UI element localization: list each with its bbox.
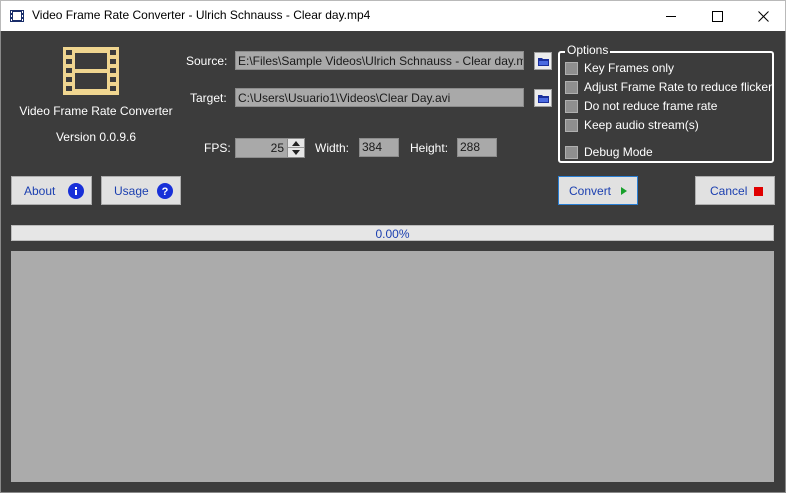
app-name: Video Frame Rate Converter (19, 104, 173, 118)
help-icon: ? (157, 183, 173, 199)
stop-icon (754, 187, 763, 196)
cancel-button-label: Cancel (710, 184, 748, 198)
source-path-field[interactable]: E:\Files\Sample Videos\Ulrich Schnauss -… (235, 51, 524, 70)
app-version: Version 0.0.9.6 (55, 130, 137, 144)
window-title: Video Frame Rate Converter - Ulrich Schn… (32, 8, 371, 22)
maximize-button[interactable] (694, 1, 740, 32)
fps-label: FPS: (204, 141, 231, 155)
target-browse-button[interactable] (534, 89, 552, 107)
play-icon (621, 187, 627, 195)
close-icon (758, 11, 769, 22)
checkbox[interactable] (565, 100, 578, 113)
close-button[interactable] (740, 1, 786, 32)
checkbox[interactable] (565, 81, 578, 94)
fps-spinner-arrows (287, 139, 304, 157)
target-path-field[interactable]: C:\Users\Usuario1\Videos\Clear Day.avi (235, 88, 524, 107)
info-icon (68, 183, 84, 199)
checkbox[interactable] (565, 146, 578, 159)
video-preview-area (11, 251, 774, 482)
option-label: Key Frames only (584, 61, 675, 75)
folder-icon (538, 95, 549, 103)
usage-button-label: Usage (114, 184, 149, 198)
option-label: Adjust Frame Rate to reduce flicker (584, 80, 773, 94)
about-button[interactable]: About (11, 176, 92, 205)
progress-bar: 0.00% (11, 225, 774, 241)
film-strip-icon (63, 47, 119, 95)
svg-text:?: ? (162, 186, 169, 198)
checkbox[interactable] (565, 119, 578, 132)
option-label: Keep audio stream(s) (584, 118, 699, 132)
convert-button-label: Convert (569, 184, 612, 198)
fps-value: 25 (270, 141, 284, 155)
option-label: Debug Mode (584, 145, 653, 159)
height-input[interactable]: 288 (457, 138, 497, 157)
fps-spinner[interactable]: 25 (235, 138, 305, 158)
maximize-icon (712, 11, 723, 22)
height-label: Height: (410, 141, 449, 155)
width-input[interactable]: 384 (359, 138, 399, 157)
convert-button[interactable]: Convert (558, 176, 638, 205)
chevron-up-icon (292, 141, 300, 146)
folder-icon (538, 58, 549, 66)
progress-text: 0.00% (375, 227, 410, 241)
fps-decrement-button[interactable] (288, 148, 304, 157)
minimize-button[interactable] (648, 1, 694, 32)
usage-button[interactable]: Usage ? (101, 176, 181, 205)
option-label: Do not reduce frame rate (584, 99, 718, 113)
title-bar: Video Frame Rate Converter - Ulrich Schn… (0, 0, 786, 31)
source-browse-button[interactable] (534, 52, 552, 70)
minimize-icon (666, 16, 676, 17)
source-label: Source: (186, 54, 228, 68)
width-label: Width: (315, 141, 350, 155)
target-label: Target: (190, 91, 227, 105)
about-button-label: About (24, 184, 56, 198)
cancel-button[interactable]: Cancel (695, 176, 775, 205)
chevron-down-icon (292, 150, 300, 155)
checkbox[interactable] (565, 62, 578, 75)
options-title: Options (565, 43, 611, 57)
film-strip-icon (10, 10, 24, 22)
fps-increment-button[interactable] (288, 139, 304, 148)
